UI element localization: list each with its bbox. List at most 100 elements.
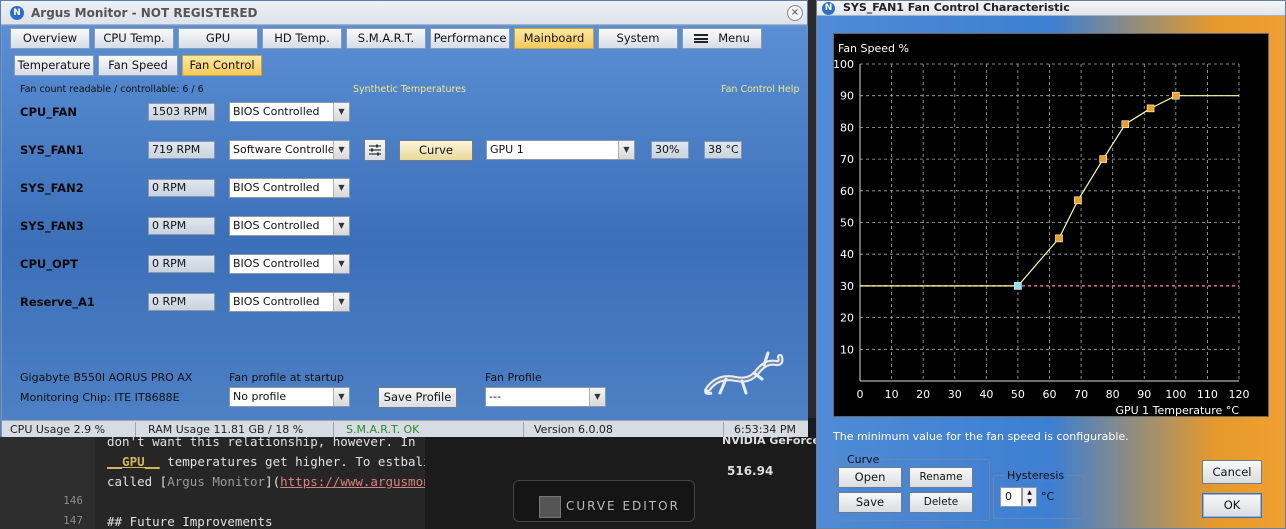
tab-gpu[interactable]: GPU xyxy=(178,28,258,49)
tab-overview[interactable]: Overview xyxy=(10,28,90,49)
curve-editor-label: CURVE EDITOR xyxy=(566,499,680,513)
subtab-fan-speed[interactable]: Fan Speed xyxy=(98,55,178,76)
close-button[interactable]: × xyxy=(787,5,803,21)
hysteresis-input[interactable]: 0 xyxy=(1000,487,1022,507)
driver-version: 516.94 xyxy=(727,464,774,478)
smart-status: S.M.A.R.T. OK xyxy=(338,422,524,437)
curve-control-point[interactable] xyxy=(1055,234,1063,243)
save-profile-button[interactable]: Save Profile xyxy=(378,387,457,408)
chevron-up-icon[interactable]: ▲ xyxy=(1023,488,1036,497)
main-body: Overview CPU Temp. GPU HD Temp. S.M.A.R.… xyxy=(2,26,808,420)
fan-control-window: N SYS_FAN1 Fan Control Characteristic 0 1… xyxy=(816,0,1286,529)
fan-mode-select[interactable]: BIOS Controlled ▼ xyxy=(229,216,350,236)
y-tick-label: 100 xyxy=(834,58,854,71)
chevron-down-icon: ▼ xyxy=(333,293,349,311)
code-link-text: Argus Monitor xyxy=(167,474,266,489)
delete-button[interactable]: Delete xyxy=(909,492,973,513)
tab-cpu-temp[interactable]: CPU Temp. xyxy=(94,28,174,49)
curve-control-point[interactable] xyxy=(1074,196,1082,205)
title-bar[interactable]: N SYS_FAN1 Fan Control Characteristic xyxy=(817,1,1285,16)
title-bar[interactable]: N Argus Monitor - NOT REGISTERED × xyxy=(1,1,807,25)
fan-mode-select[interactable]: BIOS Controlled ▼ xyxy=(229,178,350,198)
ok-button[interactable]: OK xyxy=(1202,493,1262,518)
fan-mode-value: BIOS Controlled xyxy=(233,105,320,118)
tab-hd-temp[interactable]: HD Temp. xyxy=(262,28,342,49)
mainboard-name: Gigabyte B550I AORUS PRO AX xyxy=(20,371,193,384)
fan-mode-select[interactable]: Software Controlled ▼ xyxy=(229,140,350,160)
fan-mode-select[interactable]: BIOS Controlled ▼ xyxy=(229,292,350,312)
tab-smart[interactable]: S.M.A.R.T. xyxy=(346,28,426,49)
fan-curve-chart[interactable]: 0 10 20 30 40 50 60 70 80 90 100 110 120 10 20 30 40 50 60… xyxy=(833,33,1269,417)
x-tick-label: 50 xyxy=(1011,388,1025,401)
x-tick-label: 10 xyxy=(885,388,899,401)
fan-mode-select[interactable]: BIOS Controlled ▼ xyxy=(229,254,350,274)
clock: 6:53:34 PM xyxy=(734,423,797,436)
line-number: 147 xyxy=(63,514,83,527)
profile-startup-select[interactable]: No profile ▼ xyxy=(229,387,350,407)
fan-rpm: 0 RPM xyxy=(148,217,215,235)
tab-system[interactable]: System xyxy=(598,28,678,49)
profile-startup-label: Fan profile at startup xyxy=(229,371,344,384)
argus-main-window: N Argus Monitor - NOT REGISTERED × Overv… xyxy=(0,0,808,437)
chevron-down-icon: ▼ xyxy=(333,103,349,121)
fan-profile-select[interactable]: --- ▼ xyxy=(485,387,606,407)
curve-control-point[interactable] xyxy=(1121,120,1130,129)
cancel-button[interactable]: Cancel xyxy=(1202,460,1262,484)
ram-usage: RAM Usage 11.81 GB / 18 % xyxy=(140,422,334,437)
fan-control-help-link[interactable]: Fan Control Help xyxy=(721,84,799,95)
curve-control-point[interactable] xyxy=(1099,155,1107,163)
hysteresis-label: Hysteresis xyxy=(1005,469,1067,482)
x-tick-label: 110 xyxy=(1197,388,1218,401)
x-tick-label: 0 xyxy=(857,388,864,401)
tab-mainboard[interactable]: Mainboard xyxy=(514,28,594,49)
fan-mode-value: BIOS Controlled xyxy=(233,295,320,308)
fan-mode-select[interactable]: BIOS Controlled ▼ xyxy=(229,102,350,122)
rename-button[interactable]: Rename xyxy=(909,467,973,488)
hamburger-icon xyxy=(694,34,709,43)
fan-name: Reserve_A1 xyxy=(20,295,95,309)
curve-control-point[interactable] xyxy=(1146,104,1155,113)
fan-mode-value: BIOS Controlled xyxy=(233,181,320,194)
y-tick-label: 90 xyxy=(840,90,854,103)
fan-settings-button[interactable] xyxy=(364,139,386,161)
y-tick-label: 50 xyxy=(840,217,854,230)
line-gutter: 146 147 xyxy=(0,430,95,529)
subtab-temperature[interactable]: Temperature xyxy=(14,55,94,76)
x-tick-label: 40 xyxy=(979,388,993,401)
open-button[interactable]: Open xyxy=(838,467,902,488)
chevron-down-icon: ▼ xyxy=(333,217,349,235)
curve-control-point[interactable] xyxy=(1014,282,1022,290)
version: Version 6.0.08 xyxy=(528,422,724,437)
y-tick-label: 70 xyxy=(840,153,854,166)
x-tick-label: 90 xyxy=(1137,388,1151,401)
temperature-source-select[interactable]: GPU 1 ▼ xyxy=(486,140,635,160)
x-tick-label: 30 xyxy=(948,388,962,401)
fan-name: CPU_OPT xyxy=(20,257,79,271)
tab-performance[interactable]: Performance xyxy=(430,28,510,49)
chevron-down-icon[interactable]: ▼ xyxy=(1023,497,1036,506)
save-button[interactable]: Save xyxy=(838,492,902,513)
window-title: Argus Monitor - NOT REGISTERED xyxy=(31,6,258,20)
curve-button[interactable]: Curve xyxy=(399,140,473,161)
tab-menu[interactable]: Menu xyxy=(682,28,762,49)
synthetic-temperatures-link[interactable]: Synthetic Temperatures xyxy=(353,84,466,95)
bar-chart-icon xyxy=(539,496,561,518)
chart-svg[interactable]: 0 10 20 30 40 50 60 70 80 90 100 110 120 10 20 30 40 50 60… xyxy=(834,34,1268,416)
y-tick-label: 40 xyxy=(840,248,854,261)
fan-rpm: 0 RPM xyxy=(148,293,215,311)
window-title: SYS_FAN1 Fan Control Characteristic xyxy=(843,1,1070,14)
x-axis-label: GPU 1 Temperature °C xyxy=(1115,404,1239,416)
code-text: called [ xyxy=(107,474,168,489)
curve-group-label: Curve xyxy=(845,453,882,466)
fan-rpm: 1503 RPM xyxy=(148,103,215,121)
x-tick-label: 100 xyxy=(1165,388,1186,401)
fan-name: SYS_FAN2 xyxy=(20,181,84,195)
profile-startup-value: No profile xyxy=(233,390,287,403)
hysteresis-spinner[interactable]: ▲ ▼ xyxy=(1022,487,1037,507)
curve-control-point[interactable] xyxy=(1172,91,1180,100)
chevron-down-icon: ▼ xyxy=(333,141,349,159)
status-bar: CPU Usage 2.9 % RAM Usage 11.81 GB / 18 … xyxy=(2,420,808,437)
app-icon: N xyxy=(822,2,835,15)
subtab-fan-control[interactable]: Fan Control xyxy=(182,55,262,76)
y-tick-label: 30 xyxy=(840,280,854,293)
